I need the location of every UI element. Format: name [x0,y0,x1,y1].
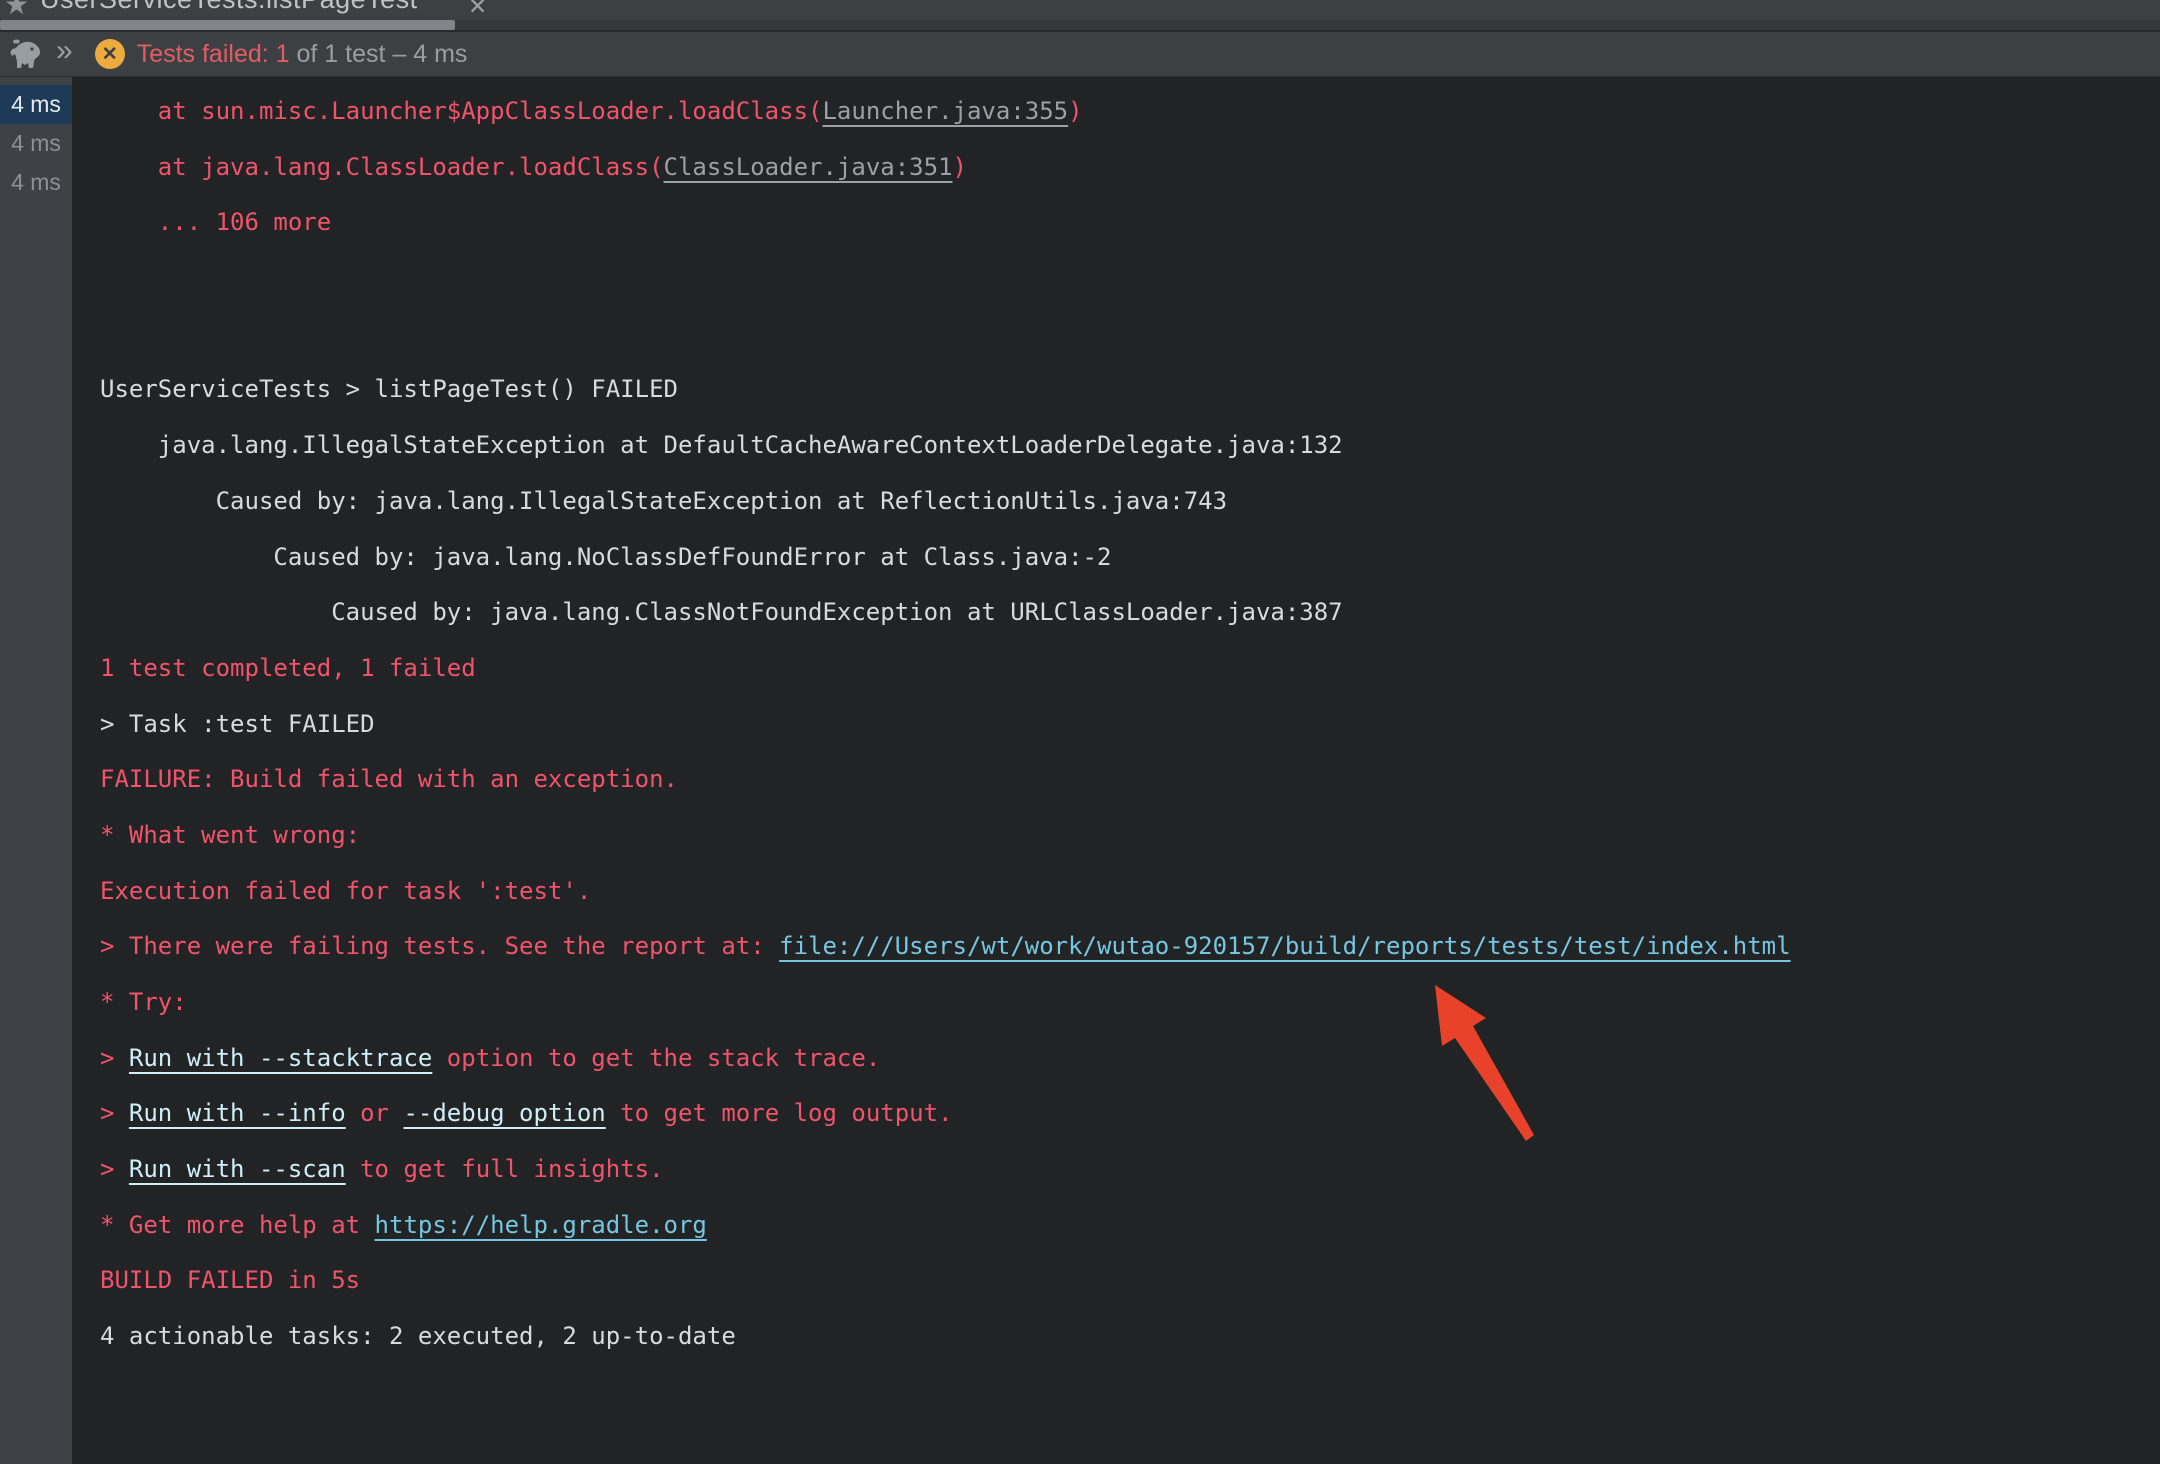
console-line: > Task :test FAILED [100,697,2160,753]
console-text: FAILURE: Build failed with an exception. [100,765,678,793]
console-link[interactable]: Run with --info [129,1099,346,1127]
console-text: * Get more help at [100,1211,375,1239]
console-text: at java.lang.ClassLoader.loadClass( [100,153,664,181]
tab-title[interactable]: UserServiceTests.listPageTest [40,0,418,15]
console-text: to get full insights. [346,1155,664,1183]
gradle-elephant-icon [8,37,44,71]
console-line: FAILURE: Build failed with an exception. [100,752,2160,808]
console-line: > There were failing tests. See the repo… [100,919,2160,975]
test-status-text: Tests failed: 1 of 1 test – 4 ms [137,40,468,69]
console-line: Caused by: java.lang.IllegalStateExcepti… [100,474,2160,530]
tests-failed-badge-icon: ✕ [95,39,125,69]
duration-rows: 4 ms4 ms4 ms [0,77,72,202]
console-text: > [100,1044,129,1072]
duration-cell[interactable]: 4 ms [0,124,72,163]
console-text: at sun.misc.Launcher$AppClassLoader.load… [100,97,822,125]
console-text: ) [1068,97,1082,125]
tab-close-icon[interactable]: ✕ [468,0,487,20]
horizontal-scrollbar-track [0,20,2160,32]
console-output: at sun.misc.Launcher$AppClassLoader.load… [72,77,2160,1365]
console-line: Caused by: java.lang.NoClassDefFoundErro… [100,530,2160,586]
console-line: ... 106 more [100,195,2160,251]
console-text: or [346,1099,404,1127]
console-line [100,251,2160,307]
horizontal-scrollbar-thumb[interactable] [0,20,455,30]
console-line: java.lang.IllegalStateException at Defau… [100,418,2160,474]
console-text: option to get the stack trace. [432,1044,880,1072]
console-text: 4 actionable tasks: 2 executed, 2 up-to-… [100,1322,736,1350]
console-text: Caused by: java.lang.IllegalStateExcepti… [100,487,1227,515]
console-link[interactable]: Run with --scan [129,1155,346,1183]
console-line: Execution failed for task ':test'. [100,864,2160,920]
console-text: BUILD FAILED in 5s [100,1266,360,1294]
console-line: 1 test completed, 1 failed [100,641,2160,697]
console-text: java.lang.IllegalStateException at Defau… [100,431,1343,459]
console-text: > [100,1155,129,1183]
test-run-toolbar: » ✕ Tests failed: 1 of 1 test – 4 ms [0,32,2160,77]
console-line: 4 actionable tasks: 2 executed, 2 up-to-… [100,1309,2160,1365]
console-line: UserServiceTests > listPageTest() FAILED [100,362,2160,418]
console-text: * What went wrong: [100,821,360,849]
console-text: > There were failing tests. See the repo… [100,932,779,960]
console-line: BUILD FAILED in 5s [100,1253,2160,1309]
duration-cell[interactable]: 4 ms [0,85,72,124]
console-text: > [100,1099,129,1127]
console-text: * Try: [100,988,187,1016]
console-link[interactable]: Launcher.java:355 [822,97,1068,125]
console-link[interactable]: ClassLoader.java:351 [664,153,953,181]
console-line: * Try: [100,975,2160,1031]
console-link[interactable]: file:///Users/wt/work/wutao-920157/build… [779,932,1790,960]
console-line: at sun.misc.Launcher$AppClassLoader.load… [100,84,2160,140]
chevron-double-right-icon[interactable]: » [56,36,73,66]
console-line: > Run with --stacktrace option to get th… [100,1031,2160,1087]
console-line [100,307,2160,363]
console-text: ) [953,153,967,181]
status-failed-text: Tests failed: 1 [137,40,290,68]
console-link[interactable]: Run with --stacktrace [129,1044,432,1072]
console-text: Caused by: java.lang.ClassNotFoundExcept… [100,598,1343,626]
test-duration-gutter: 4 ms4 ms4 ms [0,77,72,1464]
console-line: at java.lang.ClassLoader.loadClass(Class… [100,140,2160,196]
ide-test-runner-window: ★ UserServiceTests.listPageTest ✕ » ✕ Te… [0,0,2160,1464]
console-line: * What went wrong: [100,808,2160,864]
gradle-task-icon: ★ [4,0,29,20]
console-text: > Task :test FAILED [100,710,375,738]
console-line: > Run with --scan to get full insights. [100,1142,2160,1198]
console-text: Execution failed for task ':test'. [100,877,591,905]
console-text: UserServiceTests > listPageTest() FAILED [100,375,678,403]
console-text: ... 106 more [100,208,331,236]
console-line: * Get more help at https://help.gradle.o… [100,1198,2160,1254]
duration-cell[interactable]: 4 ms [0,163,72,202]
console-link[interactable]: --debug option [403,1099,605,1127]
console-text: to get more log output. [606,1099,953,1127]
console-panel[interactable]: at sun.misc.Launcher$AppClassLoader.load… [72,77,2160,1464]
console-line: Caused by: java.lang.ClassNotFoundExcept… [100,585,2160,641]
status-detail-text: of 1 test – 4 ms [290,40,468,68]
console-text: Caused by: java.lang.NoClassDefFoundErro… [100,543,1111,571]
console-link[interactable]: https://help.gradle.org [375,1211,707,1239]
console-text: 1 test completed, 1 failed [100,654,476,682]
editor-tab-bar: ★ UserServiceTests.listPageTest ✕ [0,0,2160,20]
console-line: > Run with --info or --debug option to g… [100,1086,2160,1142]
